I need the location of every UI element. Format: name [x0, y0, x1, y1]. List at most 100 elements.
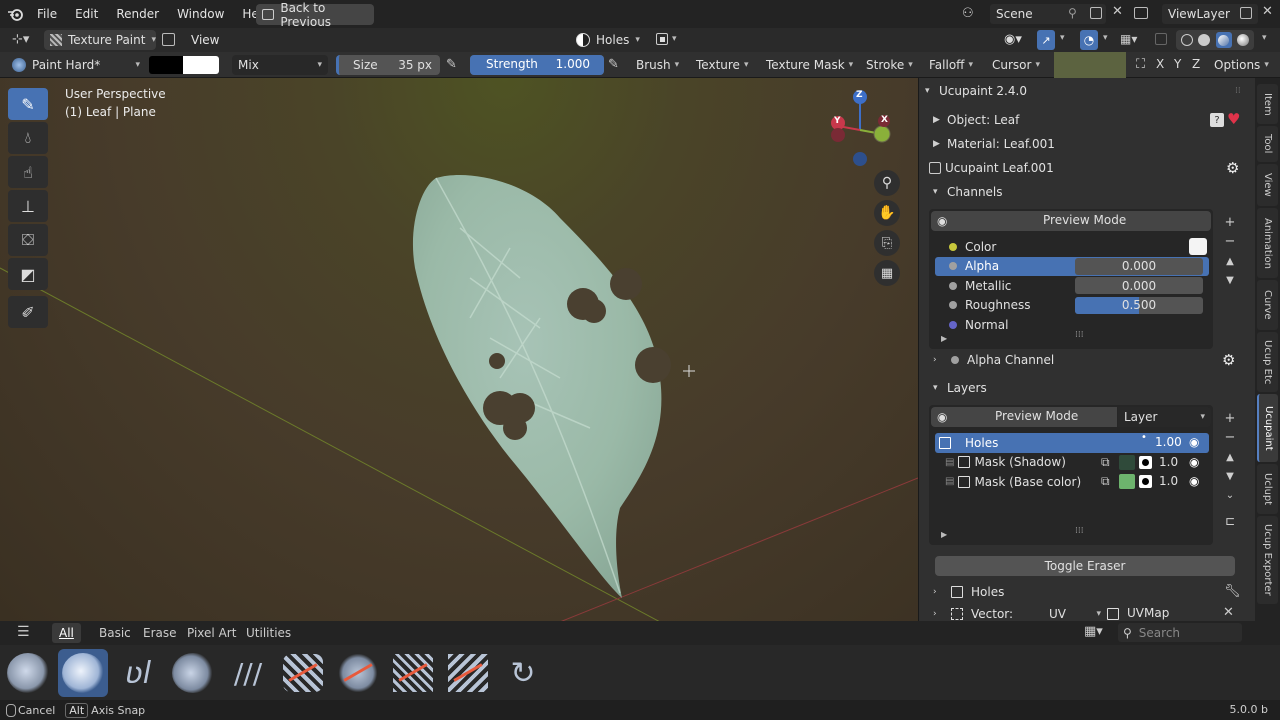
wrench-icon[interactable]: 🔧︎: [1224, 584, 1241, 599]
tab-ucup-exporter[interactable]: Ucup Exporter: [1257, 516, 1278, 604]
shelf-tab-all[interactable]: All: [52, 623, 81, 643]
shadow-color-swatch[interactable]: [1119, 454, 1135, 470]
remove-scene-icon[interactable]: ✕: [1112, 4, 1123, 19]
brush-thumb-6[interactable]: [278, 649, 328, 697]
tab-animation[interactable]: Animation: [1257, 208, 1278, 278]
brush-selector[interactable]: Paint Hard* ▾: [8, 55, 144, 75]
layer-opacity[interactable]: 1.0: [1159, 455, 1178, 469]
viewlayer-icon[interactable]: [1134, 7, 1148, 19]
rendered-shading-icon[interactable]: [1237, 34, 1250, 46]
roughness-value-field[interactable]: 0.500: [1075, 296, 1203, 314]
blend-icon[interactable]: ⧉: [1101, 474, 1110, 489]
channels-header[interactable]: ▾ Channels: [933, 182, 1003, 202]
primary-color-swatch[interactable]: [183, 56, 219, 74]
brush-thumb-2[interactable]: [58, 649, 108, 697]
channels-preview-mode-button[interactable]: ◉ Preview Mode: [931, 211, 1211, 231]
layer-eye-icon[interactable]: ◉: [1189, 435, 1199, 449]
layer-remove-button[interactable]: −: [1220, 428, 1240, 446]
settings-gear-icon[interactable]: ⚙: [1226, 159, 1239, 177]
brush-thumb-10[interactable]: ↻: [498, 649, 548, 697]
navigation-gizmo[interactable]: Z Y X: [828, 90, 892, 170]
blender-logo-icon[interactable]: [6, 5, 24, 23]
tab-item[interactable]: Item: [1257, 84, 1278, 124]
asset-search-input[interactable]: ⚲ Search: [1118, 623, 1242, 642]
scene-selector[interactable]: Scene: [990, 4, 1106, 24]
brush-thumb-9[interactable]: [443, 649, 493, 697]
channel-add-button[interactable]: +: [1220, 213, 1240, 231]
size-field[interactable]: Size 35 px: [336, 55, 440, 75]
list-expand-icon[interactable]: ▶: [941, 334, 947, 343]
cursor-menu[interactable]: Cursor ▾: [986, 55, 1046, 75]
drag-handle-icon[interactable]: ⁞⁞: [1235, 86, 1241, 96]
layer-type-dropdown[interactable]: Layer ▾: [1118, 407, 1211, 427]
layer-row-holes[interactable]: Holes • 1.00 ◉: [935, 432, 1209, 453]
brush-thumb-8[interactable]: [388, 649, 438, 697]
material-shading-icon[interactable]: [1215, 32, 1232, 48]
color-swatch[interactable]: [1189, 238, 1207, 255]
xray-toggle-icon[interactable]: [1155, 33, 1167, 45]
canvas-icon[interactable]: [162, 33, 175, 46]
new-scene-icon[interactable]: [1090, 7, 1102, 19]
remove-viewlayer-icon[interactable]: ✕: [1262, 4, 1273, 19]
clear-uvmap-icon[interactable]: ✕: [1223, 605, 1234, 620]
mask-toggle-icon[interactable]: [1139, 475, 1152, 488]
symmetry-icon[interactable]: ⛶: [1136, 57, 1145, 72]
camera-icon[interactable]: ⎘: [874, 230, 900, 256]
zoom-icon[interactable]: ⚲: [874, 170, 900, 196]
list-resize-handle[interactable]: ⁞⁞⁞: [1075, 330, 1084, 340]
addon-title[interactable]: ▾ Ucupaint 2.4.0: [925, 81, 1027, 101]
secondary-color-swatch[interactable]: [149, 56, 183, 74]
brush-thumb-5[interactable]: ///: [223, 649, 273, 697]
soften-tool[interactable]: 💧︎: [8, 122, 48, 154]
alpha-channel-row[interactable]: › Alpha Channel: [933, 350, 1054, 370]
shelf-tab-erase[interactable]: Erase: [143, 626, 177, 640]
brush-thumb-4[interactable]: [168, 649, 218, 697]
channel-row-roughness[interactable]: Roughness 0.500: [935, 296, 1209, 316]
solid-shading-icon[interactable]: [1198, 34, 1211, 46]
list-resize-handle[interactable]: ⁞⁞⁞: [1075, 526, 1084, 536]
grid-display-icon[interactable]: ▦▾: [1084, 624, 1103, 639]
help-icon[interactable]: ?: [1210, 113, 1224, 127]
texture-mask-menu[interactable]: Texture Mask ▾: [760, 55, 859, 75]
shelf-tab-utilities[interactable]: Utilities: [246, 626, 291, 640]
vector-type-dropdown[interactable]: UV ▾: [1049, 606, 1101, 622]
alpha-value-field[interactable]: 0.000: [1075, 257, 1203, 275]
blend-icon[interactable]: ⧉: [1101, 455, 1110, 470]
slot-shading-selector[interactable]: ▾: [656, 33, 677, 45]
fill-tool[interactable]: ⛋: [8, 224, 48, 256]
tab-curve[interactable]: Curve: [1257, 280, 1278, 330]
tab-ucupaint[interactable]: Ucupaint: [1257, 394, 1278, 462]
strength-pressure-icon[interactable]: ✎: [608, 57, 619, 72]
channel-remove-button[interactable]: −: [1220, 232, 1240, 250]
mirror-z-toggle[interactable]: Z: [1192, 57, 1200, 71]
heart-icon[interactable]: ♥: [1227, 110, 1240, 128]
clone-tool[interactable]: ⊥: [8, 190, 48, 222]
layer-opacity[interactable]: 1.00: [1155, 435, 1182, 449]
mirror-x-toggle[interactable]: X: [1156, 57, 1164, 71]
pin-icon[interactable]: ⚲: [1068, 6, 1077, 20]
options-menu[interactable]: Options ▾: [1208, 55, 1275, 75]
gizmo-menu-icon[interactable]: ▾: [1060, 33, 1065, 43]
annotate-tool[interactable]: ✐: [8, 296, 48, 328]
shelf-tab-pixel-art[interactable]: Pixel Art: [187, 626, 236, 640]
brush-thumb-1[interactable]: [3, 649, 53, 697]
base-color-swatch[interactable]: [1119, 474, 1135, 489]
menu-render[interactable]: Render: [107, 3, 168, 25]
layer-eye-icon[interactable]: ◉: [1189, 455, 1199, 469]
back-to-previous-button[interactable]: Back to Previous: [256, 1, 374, 29]
menu-file[interactable]: File: [28, 3, 66, 25]
scene-icon[interactable]: ⚇: [962, 6, 974, 21]
shading-menu-icon[interactable]: ▾: [1262, 33, 1267, 43]
layer-hierarchy-button[interactable]: ⊏: [1220, 512, 1240, 530]
shelf-tab-basic[interactable]: Basic: [99, 626, 131, 640]
pan-hand-icon[interactable]: ✋: [874, 200, 900, 226]
layer-menu-button[interactable]: ⌄: [1220, 486, 1240, 504]
layer-row-mask-shadow[interactable]: ▤ Mask (Shadow) ⧉ 1.0 ◉: [935, 453, 1209, 473]
mode-selector[interactable]: Texture Paint ▾: [44, 30, 156, 50]
layer-eye-icon[interactable]: ◉: [1189, 474, 1199, 488]
overlay-menu-icon[interactable]: ▾: [1103, 33, 1108, 43]
layer-row-mask-base-color[interactable]: ▤ Mask (Base color) ⧉ 1.0 ◉: [935, 472, 1209, 492]
list-expand-icon[interactable]: ▶: [941, 530, 947, 539]
layers-preview-mode-button[interactable]: ◉ Preview Mode: [931, 407, 1117, 427]
perspective-toggle-icon[interactable]: ▦: [874, 260, 900, 286]
